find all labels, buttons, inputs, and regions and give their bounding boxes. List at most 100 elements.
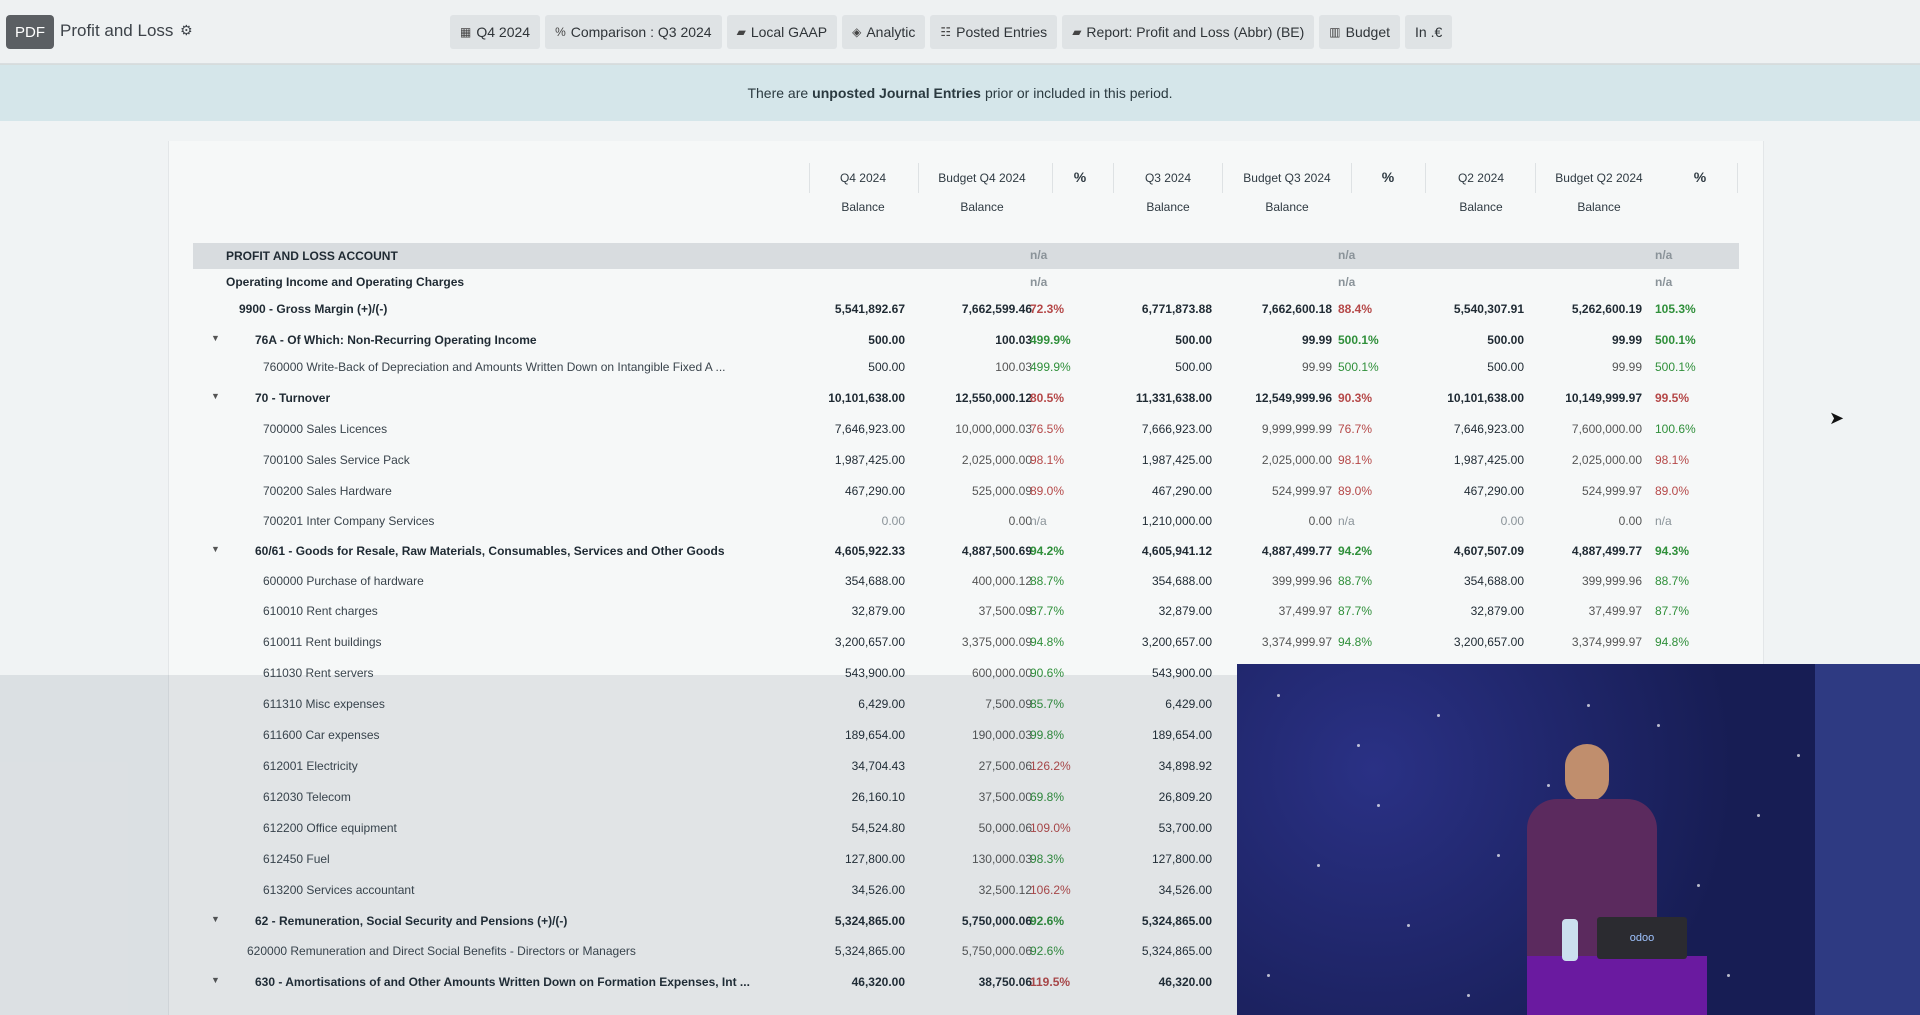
percent-cell[interactable]: 500.1% (1338, 360, 1398, 374)
balance-cell[interactable]: 9,999,999.99 (1212, 422, 1332, 436)
balance-cell[interactable]: 1,987,425.00 (785, 453, 905, 467)
percent-cell[interactable]: 89.0% (1030, 484, 1090, 498)
balance-cell[interactable]: 190,000.03 (912, 728, 1032, 742)
balance-cell[interactable]: 400,000.12 (912, 574, 1032, 588)
balance-cell[interactable]: 11,331,638.00 (1092, 391, 1212, 405)
balance-cell[interactable]: 7,646,923.00 (1404, 422, 1524, 436)
balance-cell[interactable]: 10,000,000.03 (912, 422, 1032, 436)
chevron-down-icon[interactable]: ▼ (211, 391, 220, 401)
percent-cell[interactable]: 98.3% (1030, 852, 1090, 866)
percent-cell[interactable]: 98.1% (1655, 453, 1715, 467)
balance-cell[interactable]: 34,704.43 (785, 759, 905, 773)
balance-cell[interactable]: 32,879.00 (1092, 604, 1212, 618)
balance-cell[interactable]: 12,549,999.96 (1212, 391, 1332, 405)
balance-cell[interactable]: 4,887,500.69 (912, 544, 1032, 558)
balance-cell[interactable]: 0.00 (912, 514, 1032, 528)
percent-cell[interactable]: 94.2% (1030, 544, 1090, 558)
gear-icon[interactable]: ⚙ (180, 22, 193, 39)
balance-cell[interactable]: 467,290.00 (1404, 484, 1524, 498)
chevron-down-icon[interactable]: ▼ (211, 975, 220, 985)
percent-cell[interactable]: 94.8% (1030, 635, 1090, 649)
balance-cell[interactable]: 4,607,507.09 (1404, 544, 1524, 558)
percent-cell[interactable]: 499.9% (1030, 360, 1090, 374)
balance-cell[interactable]: 4,605,922.33 (785, 544, 905, 558)
balance-cell[interactable]: 99.99 (1522, 333, 1642, 347)
balance-cell[interactable]: 32,879.00 (1404, 604, 1524, 618)
balance-cell[interactable]: 53,700.00 (1092, 821, 1212, 835)
filter-chip[interactable]: ▥ Budget (1319, 15, 1401, 49)
percent-cell[interactable]: 94.3% (1655, 544, 1715, 558)
percent-cell[interactable]: 98.1% (1030, 453, 1090, 467)
balance-cell[interactable]: 54,524.80 (785, 821, 905, 835)
balance-cell[interactable]: 2,025,000.00 (912, 453, 1032, 467)
balance-cell[interactable]: 34,526.00 (785, 883, 905, 897)
percent-cell[interactable]: 92.6% (1030, 914, 1090, 928)
column-title[interactable]: % (1630, 169, 1770, 185)
table-row[interactable]: Operating Income and Operating Charges n/… (193, 270, 1739, 294)
balance-cell[interactable]: 100.03 (912, 360, 1032, 374)
percent-cell[interactable]: 87.7% (1338, 604, 1398, 618)
filter-chip[interactable]: ▰ Report: Profit and Loss (Abbr) (BE) (1062, 15, 1315, 49)
balance-cell[interactable]: 0.00 (1212, 514, 1332, 528)
balance-cell[interactable]: 7,662,600.18 (1212, 302, 1332, 316)
balance-cell[interactable]: 5,540,307.91 (1404, 302, 1524, 316)
balance-cell[interactable]: 4,887,499.77 (1212, 544, 1332, 558)
percent-cell[interactable]: 109.0% (1030, 821, 1090, 835)
balance-cell[interactable]: 26,809.20 (1092, 790, 1212, 804)
percent-cell[interactable]: 72.3% (1030, 302, 1090, 316)
balance-cell[interactable]: 1,987,425.00 (1404, 453, 1524, 467)
balance-cell[interactable]: 189,654.00 (785, 728, 905, 742)
table-row[interactable]: ▼ 70 - Turnover 10,101,638.00 12,550,000.12… (193, 386, 1739, 410)
filter-chip[interactable]: % Comparison : Q3 2024 (545, 15, 722, 49)
percent-cell[interactable]: 85.7% (1030, 697, 1090, 711)
balance-cell[interactable]: 3,200,657.00 (1404, 635, 1524, 649)
filter-chip[interactable]: ▰ Local GAAP (726, 15, 838, 49)
balance-cell[interactable]: 6,771,873.88 (1092, 302, 1212, 316)
balance-cell[interactable]: 600,000.00 (912, 666, 1032, 680)
percent-cell[interactable]: 100.6% (1655, 422, 1715, 436)
table-row[interactable]: 610010 Rent charges 32,879.00 37,500.09 87.… (193, 599, 1739, 623)
balance-cell[interactable]: 32,879.00 (785, 604, 905, 618)
balance-cell[interactable]: 10,149,999.97 (1522, 391, 1642, 405)
balance-cell[interactable]: 543,900.00 (1092, 666, 1212, 680)
balance-cell[interactable]: 6,429.00 (785, 697, 905, 711)
chevron-down-icon[interactable]: ▼ (211, 333, 220, 343)
percent-cell[interactable]: n/a (1030, 275, 1090, 289)
balance-cell[interactable]: 7,646,923.00 (785, 422, 905, 436)
table-row[interactable]: 760000 Write-Back of Depreciation and Am… (193, 355, 1739, 379)
balance-cell[interactable]: 6,429.00 (1092, 697, 1212, 711)
balance-cell[interactable]: 354,688.00 (1092, 574, 1212, 588)
balance-cell[interactable]: 34,898.92 (1092, 759, 1212, 773)
table-row[interactable]: 600000 Purchase of hardware 354,688.00 400… (193, 569, 1739, 593)
filter-chip[interactable]: ▦ Q4 2024 (450, 15, 541, 49)
percent-cell[interactable]: 500.1% (1655, 333, 1715, 347)
balance-cell[interactable]: 34,526.00 (1092, 883, 1212, 897)
balance-cell[interactable]: 5,541,892.67 (785, 302, 905, 316)
balance-cell[interactable]: 3,200,657.00 (785, 635, 905, 649)
balance-cell[interactable]: 38,750.06 (912, 975, 1032, 989)
percent-cell[interactable]: 105.3% (1655, 302, 1715, 316)
balance-cell[interactable]: 99.99 (1212, 360, 1332, 374)
balance-cell[interactable]: 27,500.06 (912, 759, 1032, 773)
balance-cell[interactable]: 500.00 (1092, 360, 1212, 374)
balance-cell[interactable]: 130,000.03 (912, 852, 1032, 866)
table-row[interactable]: ▼ 60/61 - Goods for Resale, Raw Materials… (193, 539, 1739, 563)
balance-cell[interactable]: 37,499.97 (1212, 604, 1332, 618)
balance-cell[interactable]: 1,210,000.00 (1092, 514, 1212, 528)
balance-cell[interactable]: 37,500.00 (912, 790, 1032, 804)
percent-cell[interactable]: n/a (1655, 248, 1715, 262)
balance-cell[interactable]: 189,654.00 (1092, 728, 1212, 742)
percent-cell[interactable]: n/a (1338, 514, 1398, 528)
percent-cell[interactable]: 119.5% (1030, 975, 1090, 989)
balance-cell[interactable]: 4,605,941.12 (1092, 544, 1212, 558)
balance-cell[interactable]: 5,750,000.06 (912, 914, 1032, 928)
percent-cell[interactable]: 89.0% (1655, 484, 1715, 498)
balance-cell[interactable]: 7,662,599.46 (912, 302, 1032, 316)
balance-cell[interactable]: 99.99 (1522, 360, 1642, 374)
balance-cell[interactable]: 5,262,600.19 (1522, 302, 1642, 316)
balance-cell[interactable]: 32,500.12 (912, 883, 1032, 897)
filter-chip[interactable]: ☷ Posted Entries (930, 15, 1058, 49)
percent-cell[interactable]: 98.1% (1338, 453, 1398, 467)
balance-cell[interactable]: 12,550,000.12 (912, 391, 1032, 405)
table-row[interactable]: 700200 Sales Hardware 467,290.00 525,000.0… (193, 479, 1739, 503)
